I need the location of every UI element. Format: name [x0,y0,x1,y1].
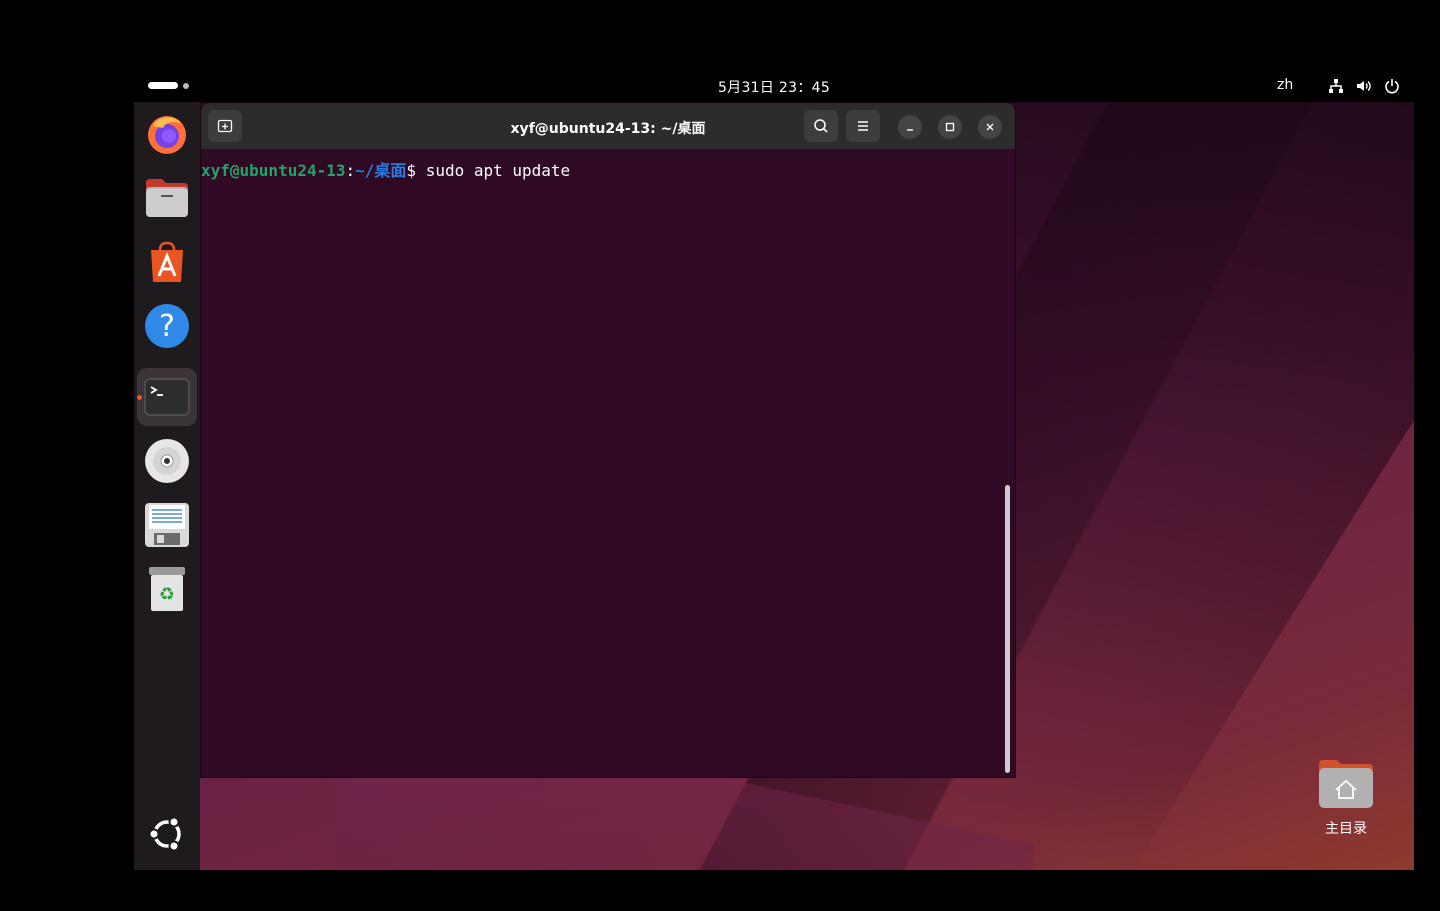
maximize-icon [945,122,955,132]
desktop-screen: 5月31日 23：45 zh ? ♻ xyf@ubuntu24-13: ~/桌面… [134,70,1414,870]
minimize-button[interactable] [898,115,922,139]
maximize-button[interactable] [938,115,962,139]
dock-terminal[interactable] [137,368,197,426]
dock-app-center[interactable] [143,238,191,286]
home-folder-label: 主目录 [1325,821,1367,837]
firefox-icon [148,116,186,154]
power-icon[interactable] [1384,78,1400,94]
dock-firefox[interactable] [143,110,191,158]
hamburger-menu-icon [858,121,868,131]
dock-floppy[interactable] [143,501,191,549]
close-button[interactable] [978,115,1002,139]
prompt-user: xyf@ubuntu24-13 [201,161,346,180]
network-icon[interactable] [1328,78,1344,94]
system-tray[interactable] [1328,78,1400,94]
svg-text:♻: ♻ [159,584,175,605]
top-bar: 5月31日 23：45 zh [134,70,1414,102]
dock-help[interactable]: ? [143,302,191,350]
disc-icon [145,439,189,483]
search-button[interactable] [804,110,838,142]
ubuntu-logo-icon [148,816,181,852]
app-center-icon [151,241,183,282]
dock-disc[interactable] [143,437,191,485]
command-text: sudo apt update [425,161,571,180]
svg-text:?: ? [159,309,175,344]
close-icon [986,123,994,131]
terminal-headerbar[interactable]: xyf@ubuntu24-13: ~/桌面 [201,103,1015,149]
prompt-path: ~/桌面 [355,161,407,180]
floppy-icon [145,503,189,547]
dock-files[interactable] [143,174,191,222]
dock-trash[interactable]: ♻ [143,565,191,613]
help-icon: ? [145,304,189,348]
running-indicator [137,395,142,400]
terminal-title: xyf@ubuntu24-13: ~/桌面 [510,121,706,137]
terminal-body[interactable]: xyf@ubuntu24-13:~/桌面$ sudo apt update [201,149,1015,777]
minimize-icon [907,129,913,131]
prompt-symbol: $ [406,161,426,180]
terminal-icon [144,378,190,416]
terminal-window[interactable]: xyf@ubuntu24-13: ~/桌面 xyf@ubuntu24-13:~/… [200,102,1016,778]
dock-show-apps[interactable] [143,810,191,858]
prompt-line: xyf@ubuntu24-13:~/桌面$ sudo apt update [201,157,570,181]
volume-icon[interactable] [1356,78,1372,94]
clock[interactable]: 5月31日 23：45 [134,77,1414,97]
prompt-separator: : [345,161,356,180]
home-folder-icon [1319,760,1373,808]
menu-button[interactable] [846,110,880,142]
trash-icon: ♻ [149,567,185,611]
files-icon [146,179,188,217]
desktop-home-folder[interactable]: 主目录 [1304,758,1388,838]
search-icon [814,119,828,133]
dock: ? ♻ [134,102,200,870]
input-method-indicator[interactable]: zh [1277,77,1293,93]
terminal-scrollbar[interactable] [1005,485,1010,773]
